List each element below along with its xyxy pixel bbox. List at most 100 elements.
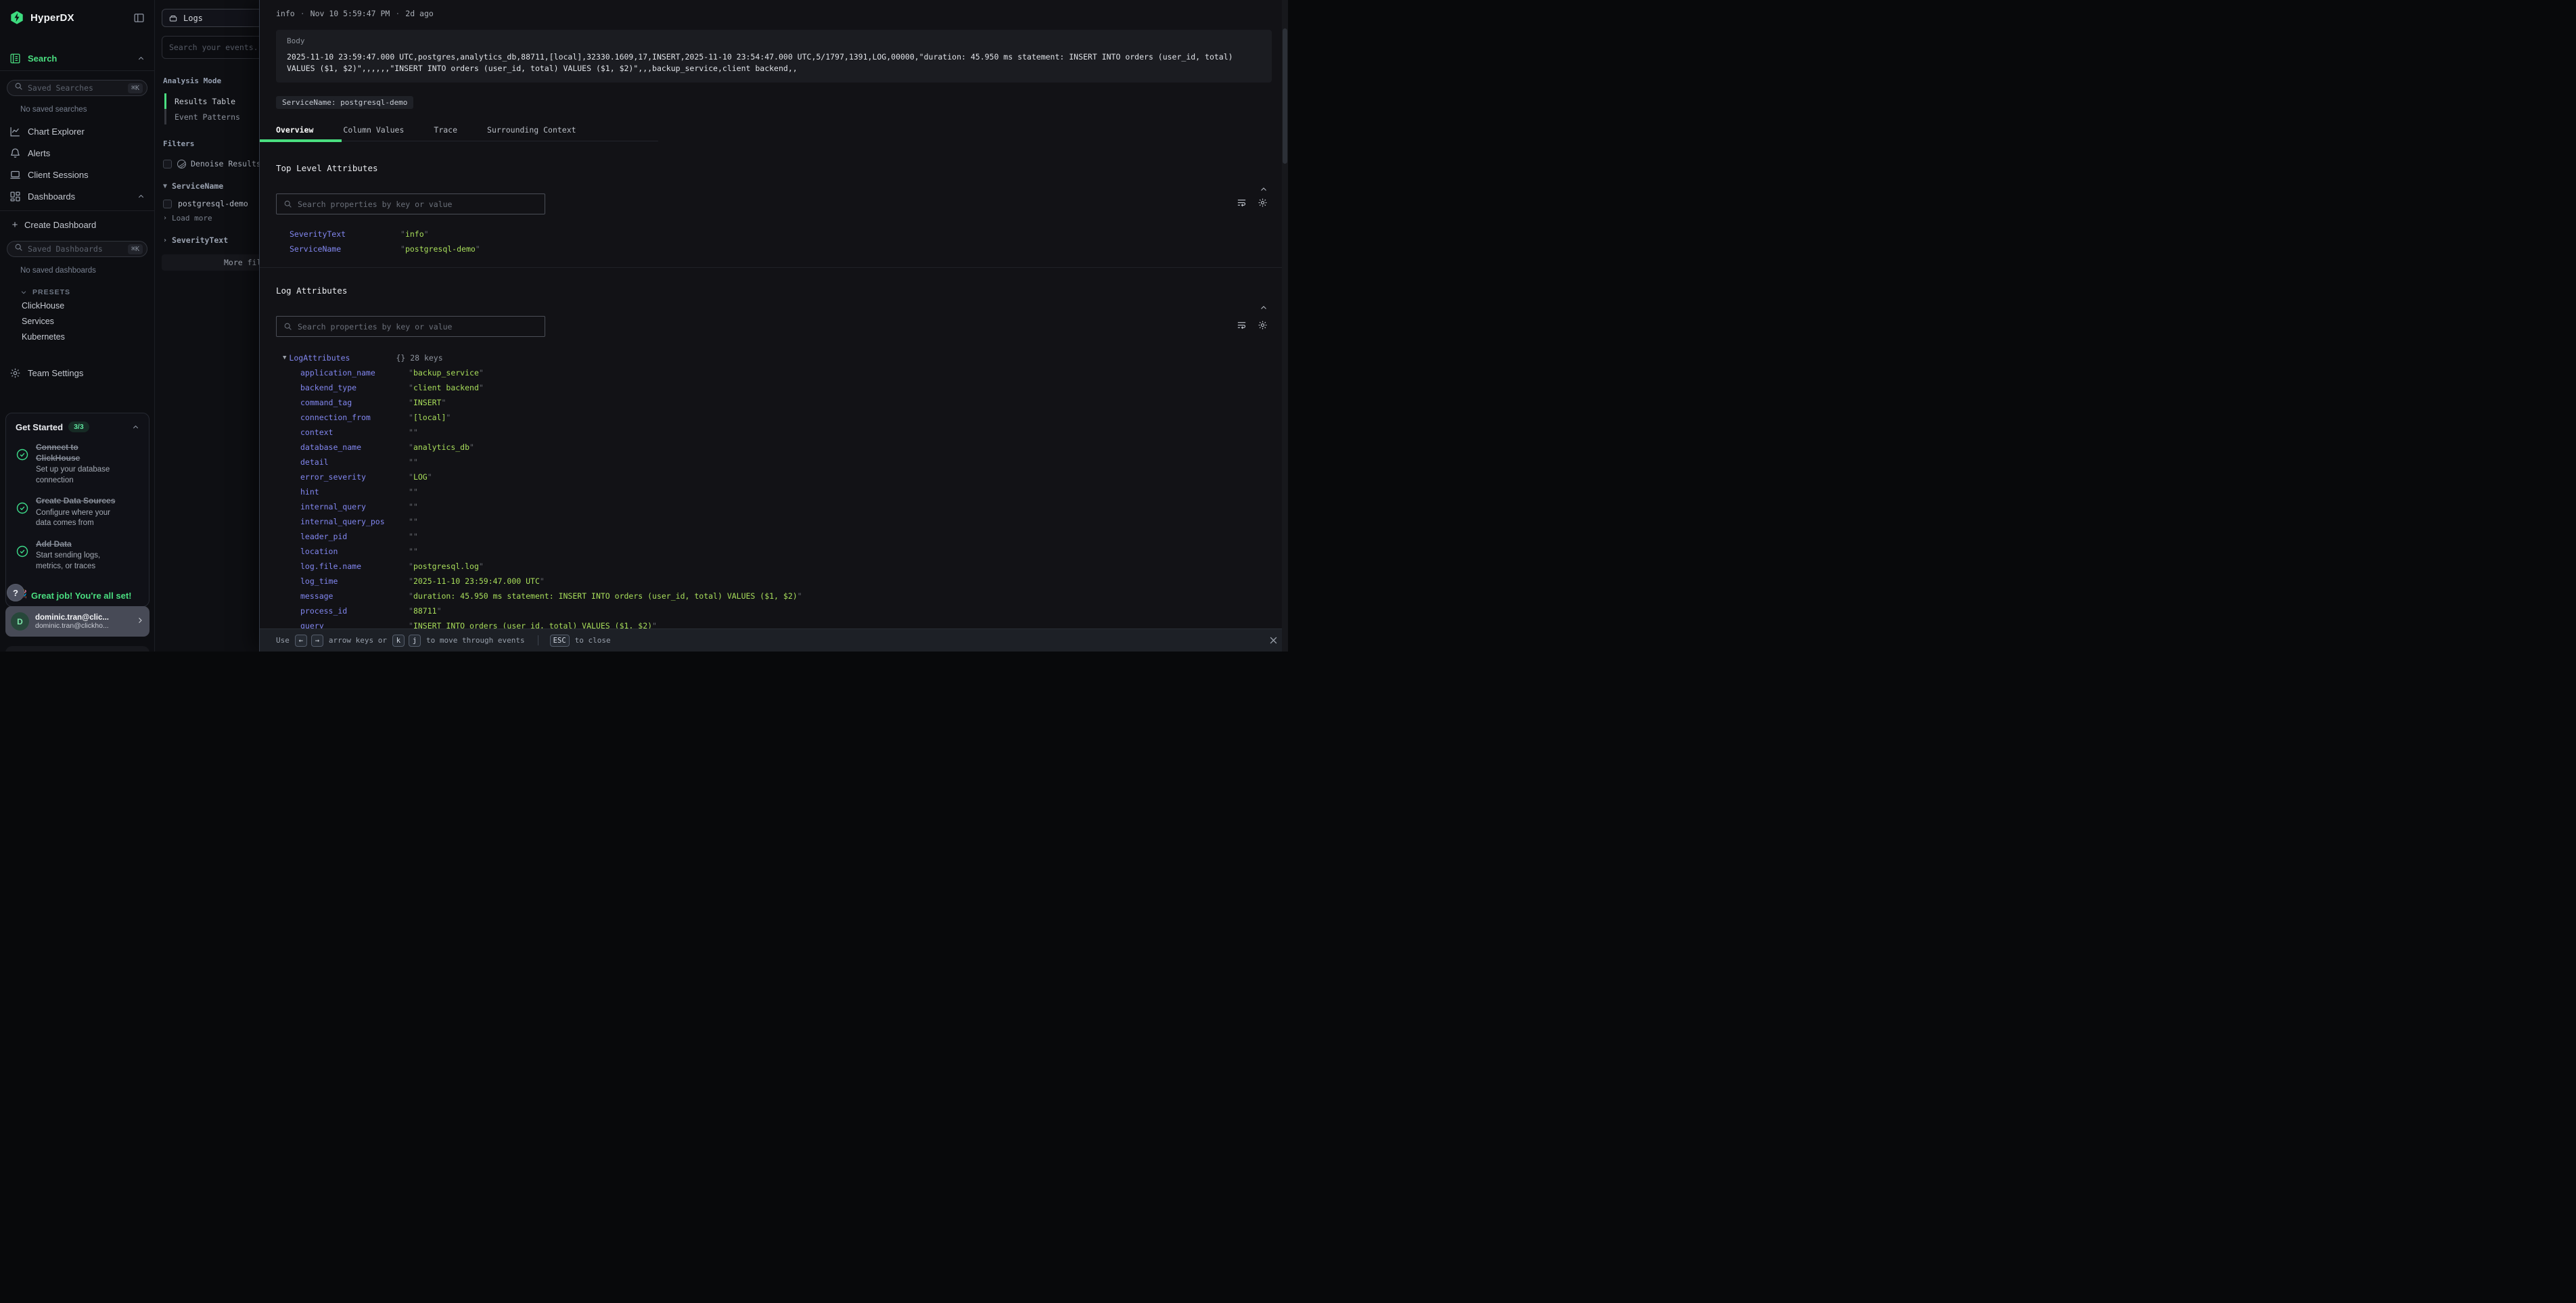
- attribute-value[interactable]: "": [409, 457, 418, 467]
- event-search-input[interactable]: Search your events...: [162, 36, 259, 59]
- attribute-value[interactable]: "": [409, 532, 418, 541]
- attribute-row[interactable]: error_severity "LOG": [276, 470, 1272, 484]
- attribute-row[interactable]: hint "": [276, 484, 1272, 499]
- service-name-tag[interactable]: ServiceName: postgresql-demo: [276, 96, 413, 109]
- attribute-row[interactable]: message "duration: 45.950 ms statement: …: [276, 589, 1272, 603]
- create-dashboard-button[interactable]: + Create Dashboard: [0, 212, 154, 237]
- gear-icon[interactable]: [1258, 198, 1268, 210]
- attribute-row[interactable]: connection_from "[local]": [276, 410, 1272, 425]
- chevron-up-icon[interactable]: [137, 55, 145, 62]
- mode-results-table[interactable]: Results Table: [164, 93, 259, 109]
- sidebar-item-team-settings[interactable]: Team Settings: [0, 362, 154, 384]
- attribute-key[interactable]: SeverityText: [290, 229, 400, 239]
- attribute-row[interactable]: location "": [276, 544, 1272, 559]
- attribute-key[interactable]: log_time: [300, 576, 409, 586]
- filter-group-severitytext[interactable]: › SeverityText: [163, 235, 259, 245]
- attribute-row[interactable]: log.file.name "postgresql.log": [276, 559, 1272, 574]
- mode-event-patterns[interactable]: Event Patterns: [164, 109, 259, 124]
- close-icon[interactable]: [1268, 635, 1279, 645]
- attribute-value[interactable]: "client backend": [409, 383, 484, 392]
- tab-surrounding-context[interactable]: Surrounding Context: [487, 125, 576, 135]
- attribute-value[interactable]: "analytics_db": [409, 442, 474, 452]
- attribute-row[interactable]: leader_pid "": [276, 529, 1272, 544]
- sidebar-item-alerts[interactable]: Alerts: [0, 142, 154, 164]
- saved-dashboards-input[interactable]: Saved Dashboards ⌘K: [7, 241, 147, 257]
- filter-group-servicename[interactable]: ▼ ServiceName: [163, 181, 259, 191]
- attribute-row[interactable]: internal_query "": [276, 499, 1272, 514]
- service-option-checkbox[interactable]: [163, 200, 172, 208]
- attribute-key[interactable]: error_severity: [300, 472, 409, 482]
- saved-searches-input[interactable]: Saved Searches ⌘K: [7, 80, 147, 96]
- attribute-value[interactable]: "": [409, 547, 418, 556]
- attribute-row[interactable]: SeverityText "info": [276, 227, 1272, 242]
- properties-search-input[interactable]: Search properties by key or value: [276, 316, 545, 337]
- attribute-key[interactable]: command_tag: [300, 398, 409, 407]
- attribute-key[interactable]: process_id: [300, 606, 409, 616]
- sidebar-item-search[interactable]: Search: [0, 46, 154, 70]
- log-attributes-root-row[interactable]: ▼ LogAttributes {} 28 keys: [276, 350, 1272, 365]
- denoise-checkbox[interactable]: [163, 160, 172, 168]
- attribute-key[interactable]: application_name: [300, 368, 409, 378]
- bottom-banner-partial[interactable]: [5, 646, 150, 652]
- sidebar-collapse-icon[interactable]: [133, 12, 145, 24]
- chevron-up-icon[interactable]: [132, 424, 139, 431]
- attribute-row[interactable]: application_name "backup_service": [276, 365, 1272, 380]
- attribute-value[interactable]: "LOG": [409, 472, 432, 482]
- attribute-row[interactable]: log_time "2025-11-10 23:59:47.000 UTC": [276, 574, 1272, 589]
- attribute-row[interactable]: process_id "88711": [276, 603, 1272, 618]
- attribute-value[interactable]: "": [409, 487, 418, 497]
- attribute-value[interactable]: "": [409, 428, 418, 437]
- get-started-task[interactable]: Create Data Sources Configure where your…: [16, 496, 139, 529]
- sidebar-item-chart-explorer[interactable]: Chart Explorer: [0, 120, 154, 142]
- attribute-key[interactable]: leader_pid: [300, 532, 409, 541]
- attribute-value[interactable]: "": [409, 517, 418, 526]
- load-more-button[interactable]: › Load more: [163, 214, 259, 223]
- attribute-value[interactable]: "88711": [409, 606, 442, 616]
- help-button[interactable]: ?: [7, 584, 24, 601]
- attribute-value[interactable]: "[local]": [409, 413, 451, 422]
- attribute-row[interactable]: detail "": [276, 455, 1272, 470]
- get-started-task[interactable]: Connect to ClickHouse Set up your databa…: [16, 442, 139, 486]
- attribute-value[interactable]: "backup_service": [409, 368, 484, 378]
- attribute-key[interactable]: message: [300, 591, 409, 601]
- gear-icon[interactable]: [1258, 320, 1268, 333]
- attribute-row[interactable]: database_name "analytics_db": [276, 440, 1272, 455]
- attribute-key[interactable]: database_name: [300, 442, 409, 452]
- attribute-value[interactable]: "INSERT": [409, 398, 446, 407]
- attribute-key[interactable]: context: [300, 428, 409, 437]
- wrap-lines-icon[interactable]: [1237, 320, 1247, 333]
- attribute-key[interactable]: backend_type: [300, 383, 409, 392]
- chevron-up-icon[interactable]: [137, 193, 145, 200]
- attribute-key[interactable]: LogAttributes: [289, 353, 396, 363]
- attribute-key[interactable]: ServiceName: [290, 244, 400, 254]
- attribute-value[interactable]: "": [409, 502, 418, 511]
- attribute-key[interactable]: log.file.name: [300, 562, 409, 571]
- attribute-row[interactable]: context "": [276, 425, 1272, 440]
- preset-item[interactable]: ClickHouse: [0, 298, 154, 313]
- user-menu[interactable]: D dominic.tran@clic... dominic.tran@clic…: [5, 606, 150, 637]
- attribute-row[interactable]: internal_query_pos "": [276, 514, 1272, 529]
- scrollbar-thumb[interactable]: [1283, 28, 1287, 164]
- get-started-task[interactable]: Add Data Start sending logs, metrics, or…: [16, 539, 139, 572]
- scrollbar[interactable]: [1282, 0, 1288, 652]
- presets-toggle[interactable]: PRESETS: [0, 287, 154, 298]
- source-selector-button[interactable]: Logs: [162, 9, 259, 27]
- attribute-value[interactable]: "postgresql.log": [409, 562, 484, 571]
- wrap-lines-icon[interactable]: [1237, 198, 1247, 210]
- attribute-row[interactable]: command_tag "INSERT": [276, 395, 1272, 410]
- attribute-key[interactable]: location: [300, 547, 409, 556]
- preset-item[interactable]: Kubernetes: [0, 329, 154, 344]
- attribute-value[interactable]: "duration: 45.950 ms statement: INSERT I…: [409, 591, 802, 601]
- attribute-key[interactable]: detail: [300, 457, 409, 467]
- tree-collapse-caret[interactable]: ▼: [283, 355, 286, 361]
- attribute-key[interactable]: connection_from: [300, 413, 409, 422]
- attribute-row[interactable]: ServiceName "postgresql-demo": [276, 242, 1272, 256]
- preset-item[interactable]: Services: [0, 313, 154, 329]
- attribute-row[interactable]: backend_type "client backend": [276, 380, 1272, 395]
- sidebar-item-client-sessions[interactable]: Client Sessions: [0, 164, 154, 185]
- collapse-section-icon[interactable]: [1260, 302, 1268, 315]
- body-text[interactable]: 2025-11-10 23:59:47.000 UTC,postgres,ana…: [287, 51, 1261, 74]
- tab-trace[interactable]: Trace: [434, 125, 457, 135]
- tab-overview[interactable]: Overview: [276, 125, 313, 135]
- sidebar-item-dashboards[interactable]: Dashboards: [0, 185, 154, 207]
